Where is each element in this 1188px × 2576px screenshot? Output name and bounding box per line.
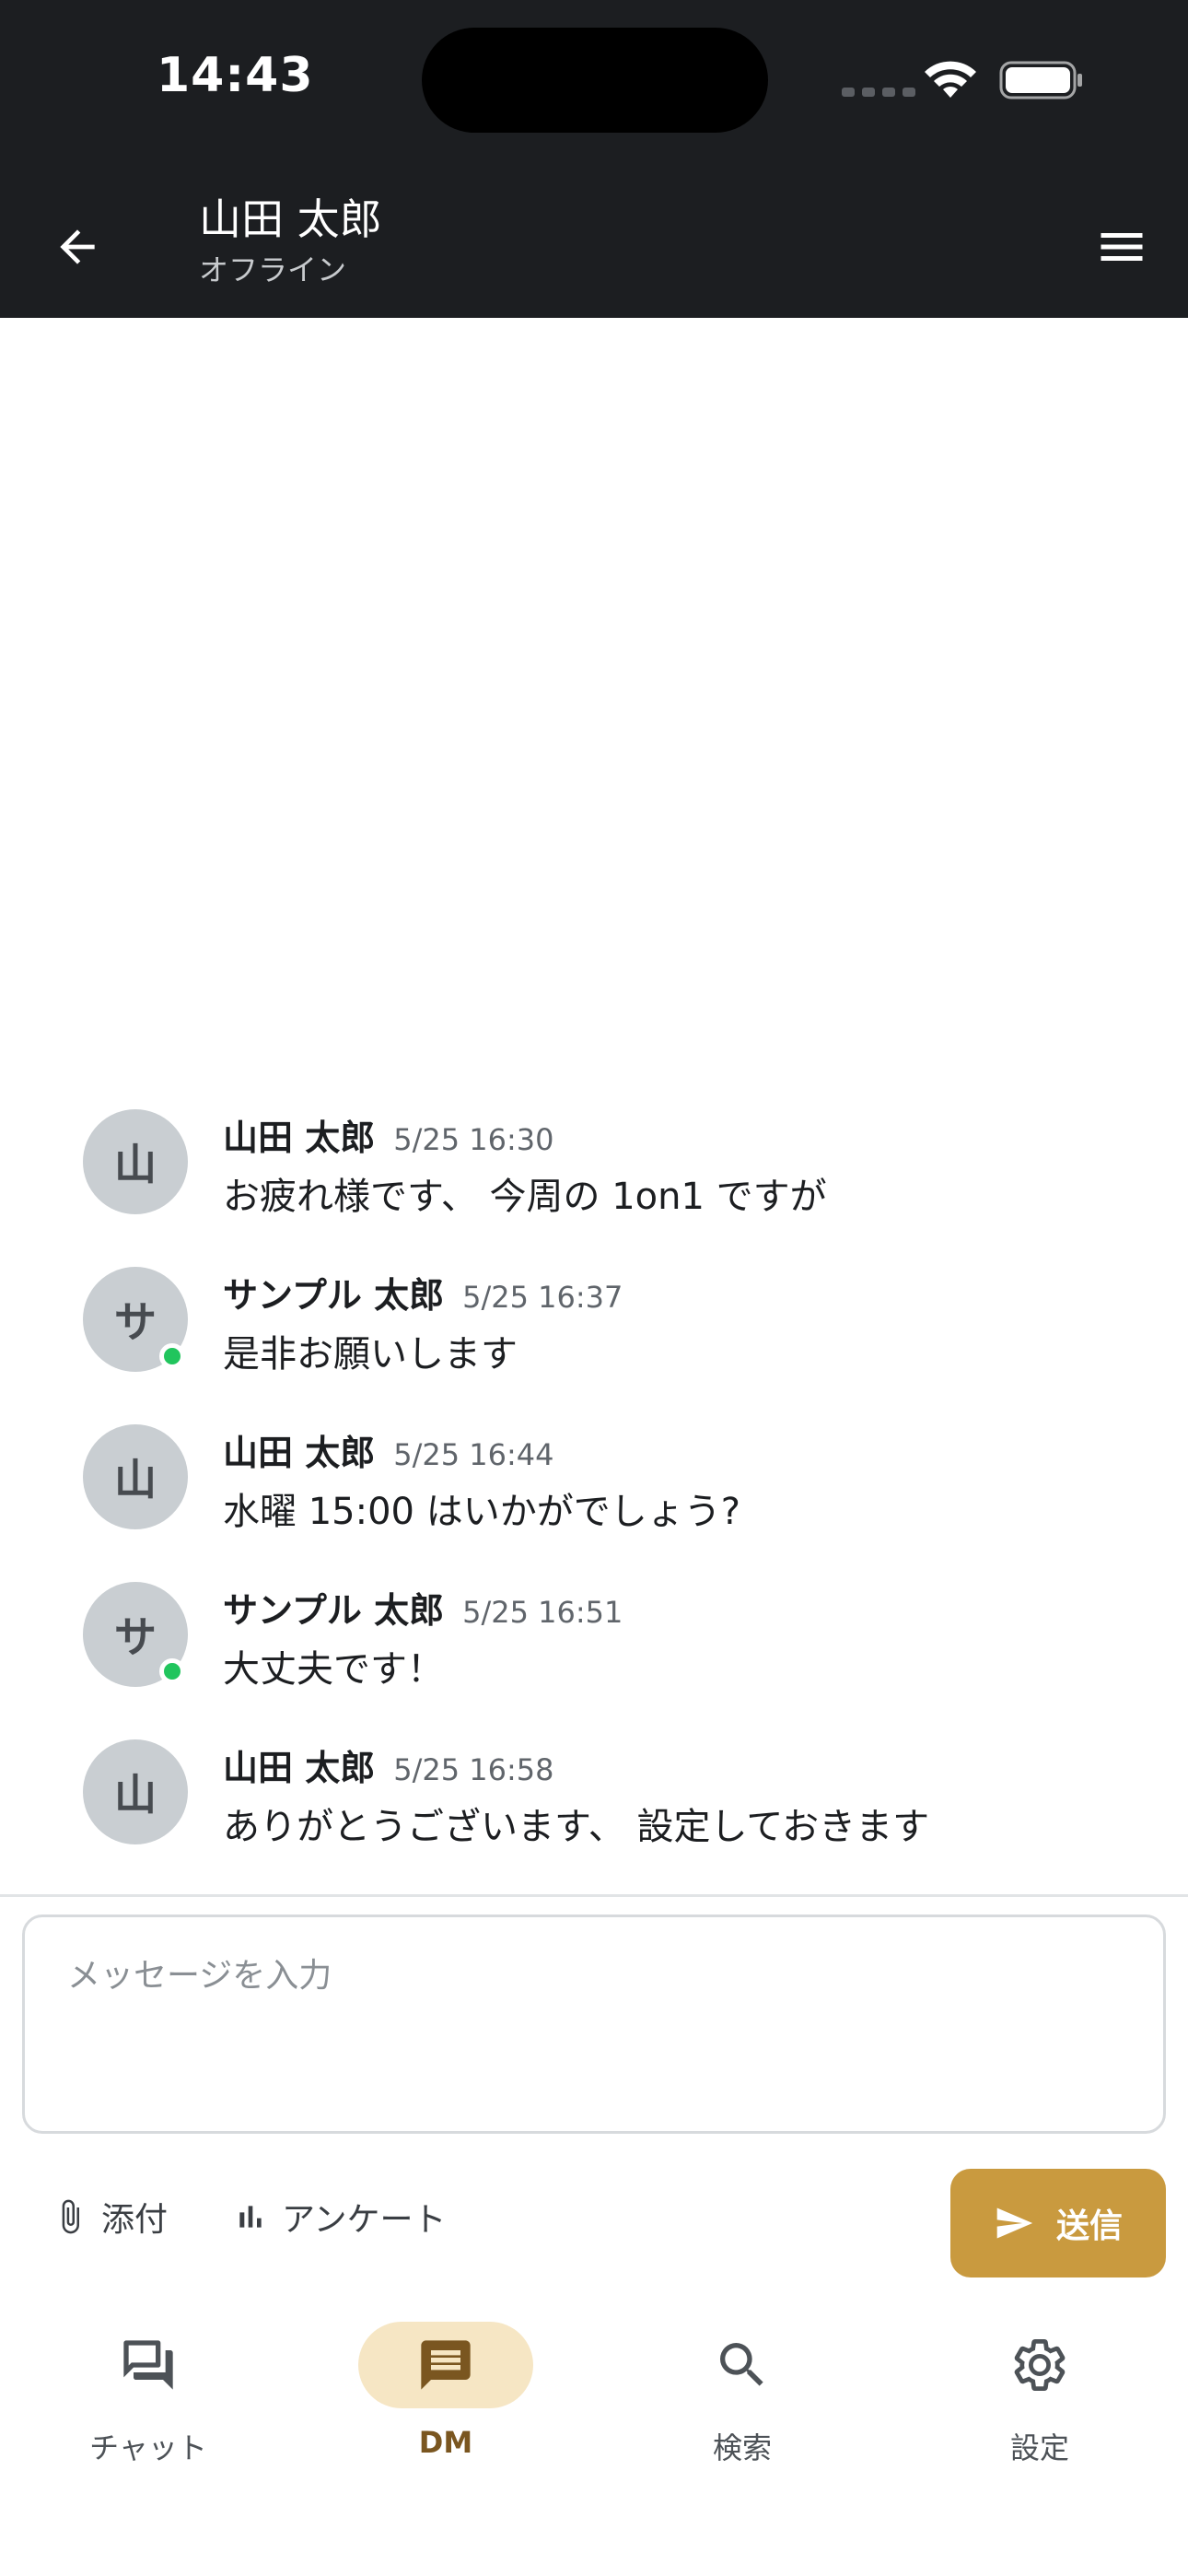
message-header: 山田 太郎 5/25 16:44	[223, 1424, 553, 1475]
poll-label: アンケート	[282, 2201, 447, 2239]
tab-settings[interactable]: 設定	[948, 2322, 1132, 2488]
message-item: サ サンプル 太郎 5/25 16:51 大丈夫です！	[0, 1560, 1188, 1698]
sender-name: 山田 太郎	[223, 1748, 376, 1788]
back-button[interactable]	[41, 210, 114, 284]
message-header: 山田 太郎 5/25 16:30	[223, 1109, 553, 1160]
tab-label: 設定	[1009, 2430, 1069, 2465]
message-timestamp: 5/25 16:58	[393, 1752, 554, 1787]
message-timestamp: 5/25 16:37	[462, 1280, 623, 1315]
send-button[interactable]: 送信	[950, 2169, 1166, 2277]
tab-search[interactable]: 検索	[650, 2322, 834, 2488]
message-timestamp: 5/25 16:30	[393, 1122, 554, 1157]
arrow-left-icon	[60, 229, 95, 264]
message-input[interactable]	[22, 1914, 1166, 2134]
message-text: 大丈夫です！	[223, 1648, 444, 1691]
message-item: サ サンプル 太郎 5/25 16:37 是非お願いします	[0, 1245, 1188, 1383]
tab-label: 検索	[712, 2430, 772, 2465]
avatar[interactable]: 山	[83, 1739, 188, 1844]
hamburger-menu-icon	[1101, 233, 1143, 261]
message-timestamp: 5/25 16:44	[393, 1437, 554, 1472]
search-icon	[720, 2343, 763, 2386]
dm-message-icon	[421, 2340, 471, 2390]
avatar[interactable]: 山	[83, 1424, 188, 1529]
message-text: 水曜 15:00 はいかがでしょう?	[223, 1491, 740, 1533]
message-text: お疲れ様です、 今周の 1on1 ですが	[223, 1176, 827, 1218]
send-icon	[996, 2207, 1033, 2239]
send-label: 送信	[1055, 2207, 1123, 2245]
battery-icon	[999, 61, 1082, 100]
paperclip-icon	[62, 2199, 79, 2234]
message-item: 山 山田 太郎 5/25 16:58 ありがとうございます、 設定しておきます	[0, 1717, 1188, 1856]
message-item: 山 山田 太郎 5/25 16:30 お疲れ様です、 今周の 1on1 ですが	[0, 1087, 1188, 1225]
composer-divider	[0, 1894, 1188, 1897]
message-text: 是非お願いします	[223, 1333, 518, 1376]
sender-name: サンプル 太郎	[223, 1590, 445, 1631]
sender-name: サンプル 太郎	[223, 1275, 445, 1316]
menu-button[interactable]	[1087, 212, 1157, 282]
attach-button[interactable]: 添付	[52, 2193, 168, 2241]
tab-dm[interactable]: DM	[354, 2322, 538, 2488]
online-indicator	[159, 1658, 185, 1684]
tab-chat[interactable]: チャット	[56, 2322, 240, 2488]
avatar[interactable]: 山	[83, 1109, 188, 1214]
online-indicator	[159, 1343, 185, 1369]
message-header: サンプル 太郎 5/25 16:51	[223, 1582, 623, 1633]
poll-button[interactable]: アンケート	[232, 2193, 447, 2241]
dynamic-island	[422, 28, 768, 133]
chat-bubbles-icon	[123, 2340, 173, 2390]
message-item: 山 山田 太郎 5/25 16:44 水曜 15:00 はいかがでしょう?	[0, 1402, 1188, 1540]
status-time: 14:43	[157, 48, 314, 103]
attach-label: 添付	[101, 2201, 169, 2239]
message-header: サンプル 太郎 5/25 16:37	[223, 1267, 623, 1317]
sender-name: 山田 太郎	[223, 1433, 376, 1473]
tab-label: チャット	[89, 2430, 207, 2465]
tab-label: DM	[418, 2425, 473, 2460]
status-bar: 14:43	[0, 0, 1188, 175]
cellular-signal-icon	[842, 88, 915, 97]
message-timestamp: 5/25 16:51	[462, 1595, 623, 1630]
gear-icon	[1014, 2339, 1066, 2391]
message-header: 山田 太郎 5/25 16:58	[223, 1739, 553, 1790]
sender-name: 山田 太郎	[223, 1118, 376, 1158]
message-text: ありがとうございます、 設定しておきます	[223, 1806, 930, 1848]
active-tab-indicator	[358, 2322, 533, 2408]
presence-status: オフライン	[199, 252, 347, 287]
conversation-title: 山田 太郎	[199, 194, 382, 244]
app-header: 山田 太郎 オフライン	[0, 175, 1188, 318]
wifi-icon	[925, 61, 976, 98]
conversation-title-block: 山田 太郎 オフライン	[199, 192, 382, 291]
bar-chart-icon	[239, 2206, 262, 2228]
